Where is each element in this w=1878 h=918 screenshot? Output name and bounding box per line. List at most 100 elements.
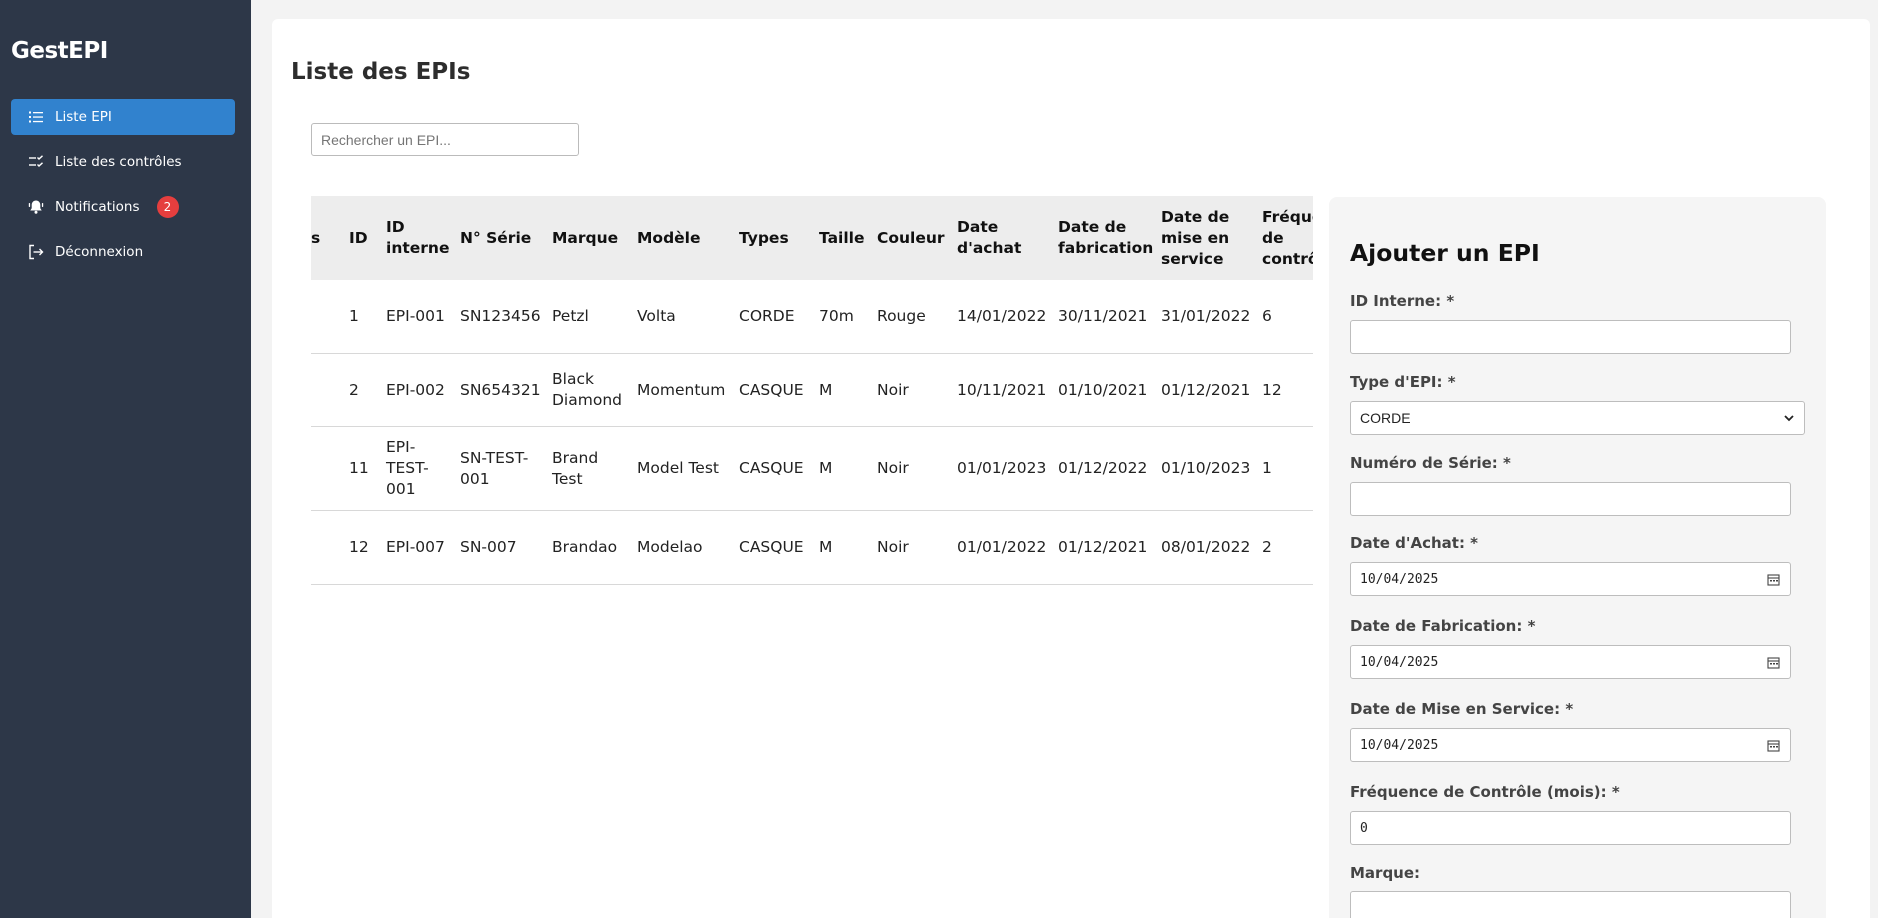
date-mise-en-service-value: 10/04/2025 — [1360, 737, 1439, 753]
type-epi-select[interactable]: CORDE — [1350, 401, 1805, 435]
table-cell: 11 — [349, 459, 369, 477]
list-icon — [28, 109, 44, 125]
column-header[interactable]: Fréquence de contrôle — [1262, 196, 1313, 280]
table-cell: EPI-007 — [386, 538, 445, 556]
table-cell: Modelao — [637, 538, 703, 556]
column-header[interactable]: s — [311, 196, 337, 280]
epi-table[interactable]: s ID ID interne N° Série Marque Modèle T… — [311, 196, 1313, 596]
id-interne-input[interactable] — [1350, 320, 1791, 354]
sidebar-item-label: Déconnexion — [55, 244, 144, 260]
column-header[interactable]: Couleur — [877, 196, 951, 280]
sidebar-item-notifications[interactable]: Notifications 2 — [11, 189, 235, 225]
table-row[interactable]: 12 EPI-007 SN-007 Brandao Modelao CASQUE… — [311, 511, 1313, 585]
table-cell: CASQUE — [739, 459, 804, 477]
table-cell: CASQUE — [739, 380, 804, 399]
sidebar-item-label: Liste EPI — [55, 109, 112, 125]
bell-icon — [28, 199, 44, 215]
column-header[interactable]: Taille — [819, 196, 873, 280]
calendar-icon[interactable] — [1767, 573, 1780, 586]
date-achat-input[interactable]: 10/04/2025 — [1350, 562, 1791, 596]
app-brand: GestEPI — [11, 38, 108, 64]
table-cell — [311, 511, 337, 584]
marque-input[interactable] — [1350, 891, 1791, 918]
table-cell: Model Test — [637, 459, 719, 477]
table-cell: SN-007 — [460, 538, 517, 556]
add-epi-panel: Ajouter un EPI ID Interne: * Type d'EPI:… — [1329, 197, 1826, 918]
checklist-icon — [28, 154, 44, 170]
table-cell: SN123456 — [460, 307, 541, 325]
table-row[interactable]: 11 EPI-TEST-001 SN-TEST-001 Brand Test M… — [311, 427, 1313, 511]
date-fabrication-input[interactable]: 10/04/2025 — [1350, 645, 1791, 679]
frequence-controle-input[interactable]: 0 — [1350, 811, 1791, 845]
table-cell: 1 — [349, 307, 359, 325]
table-cell: 14/01/2022 — [957, 307, 1047, 325]
table-cell: 01/01/2023 — [957, 459, 1047, 477]
numero-serie-input[interactable] — [1350, 482, 1791, 516]
date-fabrication-value: 10/04/2025 — [1360, 654, 1439, 670]
table-cell: CASQUE — [739, 538, 804, 556]
column-header[interactable]: N° Série — [460, 196, 546, 280]
column-header[interactable]: Marque — [552, 196, 630, 280]
column-header[interactable]: Date de mise en service — [1161, 196, 1257, 280]
page-title: Liste des EPIs — [291, 59, 471, 85]
table-cell: Noir — [877, 538, 909, 556]
table-cell: 08/01/2022 — [1161, 538, 1251, 556]
field-label-type-epi: Type d'EPI: * — [1350, 373, 1456, 391]
form-title: Ajouter un EPI — [1350, 239, 1540, 267]
type-epi-selected-value: CORDE — [1360, 410, 1411, 426]
table-cell — [311, 427, 337, 510]
table-cell: 70m — [819, 307, 854, 325]
field-label-date-achat: Date d'Achat: * — [1350, 534, 1479, 552]
column-header[interactable]: ID interne — [386, 196, 456, 280]
sidebar-item-deconnexion[interactable]: Déconnexion — [11, 234, 235, 270]
column-header[interactable]: Date d'achat — [957, 196, 1053, 280]
column-header[interactable]: Types — [739, 196, 813, 280]
table-cell: EPI-001 — [386, 307, 445, 325]
sidebar-item-liste-controles[interactable]: Liste des contrôles — [11, 144, 235, 180]
column-header[interactable]: Date de fabrication — [1058, 196, 1154, 280]
search-input[interactable] — [311, 123, 579, 156]
column-header[interactable]: Modèle — [637, 196, 735, 280]
epi-table-inner: s ID ID interne N° Série Marque Modèle T… — [311, 196, 1313, 585]
table-cell: CORDE — [739, 307, 795, 325]
table-cell: 01/12/2021 — [1058, 538, 1148, 556]
table-cell: 01/12/2022 — [1058, 459, 1148, 477]
table-header: s ID ID interne N° Série Marque Modèle T… — [311, 196, 1313, 280]
date-mise-en-service-input[interactable]: 10/04/2025 — [1350, 728, 1791, 762]
chevron-down-icon — [1784, 415, 1794, 422]
calendar-icon[interactable] — [1767, 656, 1780, 669]
sidebar-item-liste-epi[interactable]: Liste EPI — [11, 99, 235, 135]
sidebar-nav: Liste EPI Liste des contrôles Notificati… — [11, 99, 235, 279]
column-header[interactable]: ID — [349, 196, 381, 280]
field-label-id-interne: ID Interne: * — [1350, 292, 1455, 310]
table-cell: 01/01/2022 — [957, 538, 1047, 556]
notification-count-badge: 2 — [156, 196, 179, 218]
table-cell: Petzl — [552, 307, 589, 325]
date-achat-value: 10/04/2025 — [1360, 571, 1439, 587]
table-cell: 6 — [1262, 307, 1272, 325]
table-cell: 10/11/2021 — [957, 380, 1047, 399]
main-content: Liste des EPIs s ID ID interne N° Série … — [272, 19, 1870, 918]
table-row[interactable]: 1 EPI-001 SN123456 Petzl Volta CORDE 70m… — [311, 280, 1313, 354]
sidebar-item-label: Notifications — [55, 199, 140, 215]
field-label-numero-serie: Numéro de Série: * — [1350, 454, 1511, 472]
calendar-icon[interactable] — [1767, 739, 1780, 752]
table-cell: M — [819, 380, 833, 399]
table-cell: Noir — [877, 380, 909, 399]
field-label-marque: Marque: — [1350, 864, 1421, 882]
field-label-date-mise-en-service: Date de Mise en Service: * — [1350, 700, 1574, 718]
table-cell: Rouge — [877, 307, 926, 325]
table-cell: 1 — [1262, 459, 1272, 477]
table-cell: 2 — [349, 380, 359, 399]
table-cell: Brandao — [552, 538, 618, 556]
table-cell: 12 — [349, 538, 369, 556]
table-cell: SN654321 — [460, 380, 541, 399]
table-cell: Noir — [877, 459, 909, 477]
field-label-date-fabrication: Date de Fabrication: * — [1350, 617, 1536, 635]
table-cell: M — [819, 538, 833, 556]
table-row[interactable]: 2 EPI-002 SN654321 Black Diamond Momentu… — [311, 354, 1313, 427]
table-cell — [311, 354, 337, 426]
field-label-frequence-controle: Fréquence de Contrôle (mois): * — [1350, 783, 1620, 801]
table-cell: M — [819, 459, 833, 477]
table-cell: Volta — [637, 307, 676, 325]
